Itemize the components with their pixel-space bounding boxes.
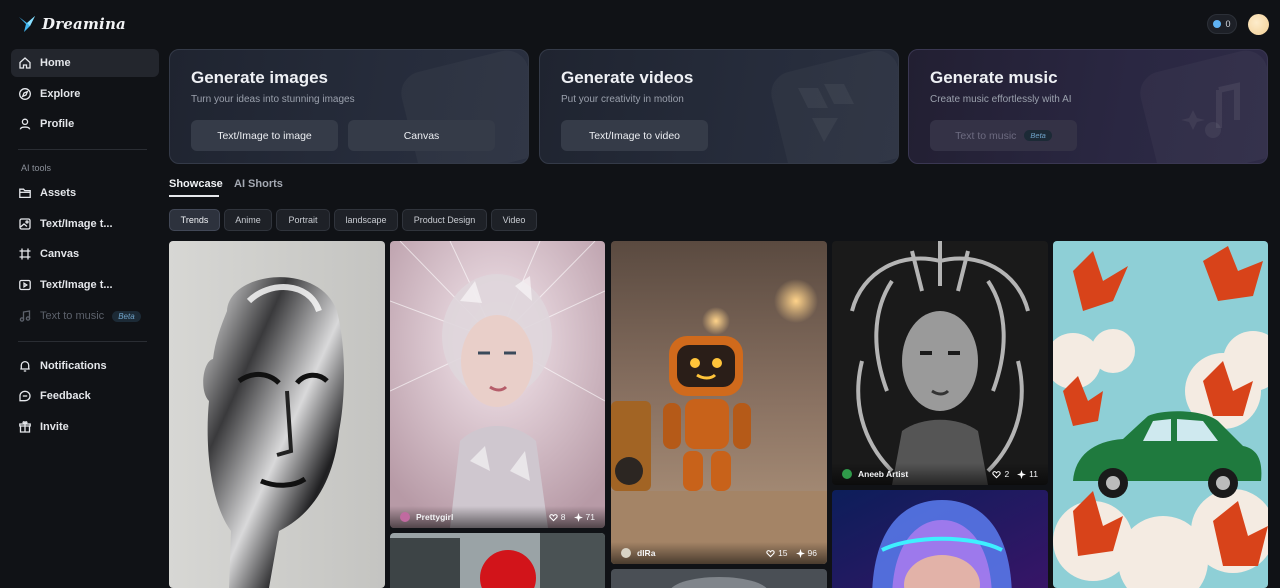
dreamina-logo[interactable]: Dreamina (18, 12, 126, 36)
canvas-button[interactable]: Canvas (348, 120, 495, 151)
gallery-item[interactable] (390, 533, 605, 588)
red-balloon-image (390, 533, 605, 588)
folder-icon (18, 186, 32, 200)
filter-trends[interactable]: Trends (169, 209, 220, 231)
remix-count[interactable]: 11 (1017, 469, 1038, 479)
orange-robot-image (611, 241, 827, 564)
generate-videos-card: Generate videos Put your creativity in m… (539, 49, 899, 164)
remix-count[interactable]: 71 (573, 512, 595, 522)
music-note-decoration-icon (1181, 82, 1240, 138)
sidebar-item-feedback[interactable]: Feedback (11, 382, 159, 410)
chrome-head-image (169, 241, 385, 588)
filter-video[interactable]: Video (491, 209, 537, 231)
beta-badge: Beta (1024, 130, 1052, 141)
ai-tools-heading: AI tools (21, 163, 52, 173)
bell-icon (18, 359, 32, 373)
sidebar-item-assets[interactable]: Assets (11, 179, 159, 207)
user-avatar (621, 548, 631, 558)
sidebar-item-explore[interactable]: Explore (11, 80, 159, 108)
card-subtitle: Create music effortlessly with AI (930, 94, 1072, 105)
sidebar-item-invite[interactable]: Invite (11, 413, 159, 441)
gallery-item[interactable]: dlRa 15 96 (611, 241, 827, 564)
canvas-icon (18, 247, 32, 261)
gallery-item[interactable] (169, 241, 385, 588)
logo-mark-icon (19, 16, 35, 32)
tile-meta: dlRa 15 96 (611, 542, 827, 564)
card-subtitle: Put your creativity in motion (561, 94, 684, 105)
heart-icon (992, 470, 1002, 478)
beta-badge: Beta (112, 310, 141, 322)
filter-landscape[interactable]: landscape (334, 209, 398, 231)
tab-showcase[interactable]: Showcase (169, 178, 223, 190)
heart-icon (766, 549, 775, 557)
card-subtitle: Turn your ideas into stunning images (191, 94, 355, 105)
remix-count[interactable]: 96 (795, 548, 817, 558)
home-icon (18, 56, 32, 70)
sidebar-item-profile[interactable]: Profile (11, 110, 159, 138)
image-generate-icon (18, 217, 32, 231)
sparkle-icon (1017, 469, 1027, 479)
sidebar-item-home[interactable]: Home (11, 49, 159, 77)
filter-product-design[interactable]: Product Design (402, 209, 487, 231)
active-tab-indicator (169, 195, 219, 197)
credits-count: 0 (1225, 19, 1231, 29)
credit-coin-icon (1213, 20, 1222, 28)
like-count[interactable]: 8 (549, 512, 566, 522)
neon-helmet-image (832, 490, 1048, 588)
gallery-item[interactable]: Aneeb Artist 2 11 (832, 241, 1048, 485)
card-title: Generate videos (561, 68, 694, 87)
text-to-music-button: Text to music Beta (930, 120, 1077, 151)
sparkle-icon (573, 512, 583, 522)
sidebar-item-notifications[interactable]: Notifications (11, 352, 159, 380)
music-note-icon (18, 309, 32, 323)
user-icon (18, 117, 32, 131)
gallery-item[interactable] (832, 490, 1048, 588)
filter-portrait[interactable]: Portrait (276, 209, 330, 231)
green-car-image (1053, 241, 1268, 588)
biomechanical-queen-image (832, 241, 1048, 485)
logo-text: Dreamina (42, 15, 126, 33)
sidebar-divider (18, 149, 147, 150)
like-count[interactable]: 2 (992, 469, 1009, 479)
play-arrows-icon (798, 84, 854, 142)
generate-music-card: Generate music Create music effortlessly… (908, 49, 1268, 164)
card-title: Generate music (930, 68, 1058, 87)
heart-icon (549, 513, 558, 521)
smoke-image (611, 569, 827, 588)
text-image-to-image-button[interactable]: Text/Image to image (191, 120, 338, 151)
filter-anime[interactable]: Anime (224, 209, 272, 231)
gallery-item[interactable] (1053, 241, 1268, 588)
gift-icon (18, 420, 32, 434)
tab-ai-shorts[interactable]: AI Shorts (234, 178, 283, 190)
gallery-item[interactable]: Prettygirl 8 71 (390, 241, 605, 528)
gallery-item[interactable] (611, 569, 827, 588)
generate-images-card: Generate images Turn your ideas into stu… (169, 49, 529, 164)
crystal-woman-image (390, 241, 605, 528)
sidebar-item-text-image-to-image[interactable]: Text/Image t... (11, 210, 159, 238)
author-name[interactable]: Aneeb Artist (858, 469, 984, 479)
sidebar-divider (18, 341, 147, 342)
chat-bubble-icon (18, 389, 32, 403)
card-title: Generate images (191, 68, 329, 87)
like-count[interactable]: 15 (766, 548, 788, 558)
user-avatar (400, 512, 410, 522)
sidebar-item-canvas[interactable]: Canvas (11, 240, 159, 268)
avatar[interactable] (1248, 14, 1269, 35)
author-name[interactable]: Prettygirl (416, 512, 541, 522)
tile-meta: Prettygirl 8 71 (390, 506, 605, 528)
compass-icon (18, 87, 32, 101)
text-image-to-video-button[interactable]: Text/Image to video (561, 120, 708, 151)
author-name[interactable]: dlRa (637, 548, 758, 558)
credits-badge[interactable]: 0 (1207, 14, 1237, 34)
sidebar-item-text-image-to-video[interactable]: Text/Image t... (11, 271, 159, 299)
sidebar-item-text-to-music: Text to music Beta (11, 302, 159, 330)
sidebar: Dreamina Home Explore Profile AI tools A… (0, 0, 170, 588)
tile-meta: Aneeb Artist 2 11 (832, 463, 1048, 485)
video-generate-icon (18, 278, 32, 292)
user-avatar (842, 469, 852, 479)
button-label: Text to music (955, 129, 1017, 142)
sparkle-icon (795, 548, 805, 558)
